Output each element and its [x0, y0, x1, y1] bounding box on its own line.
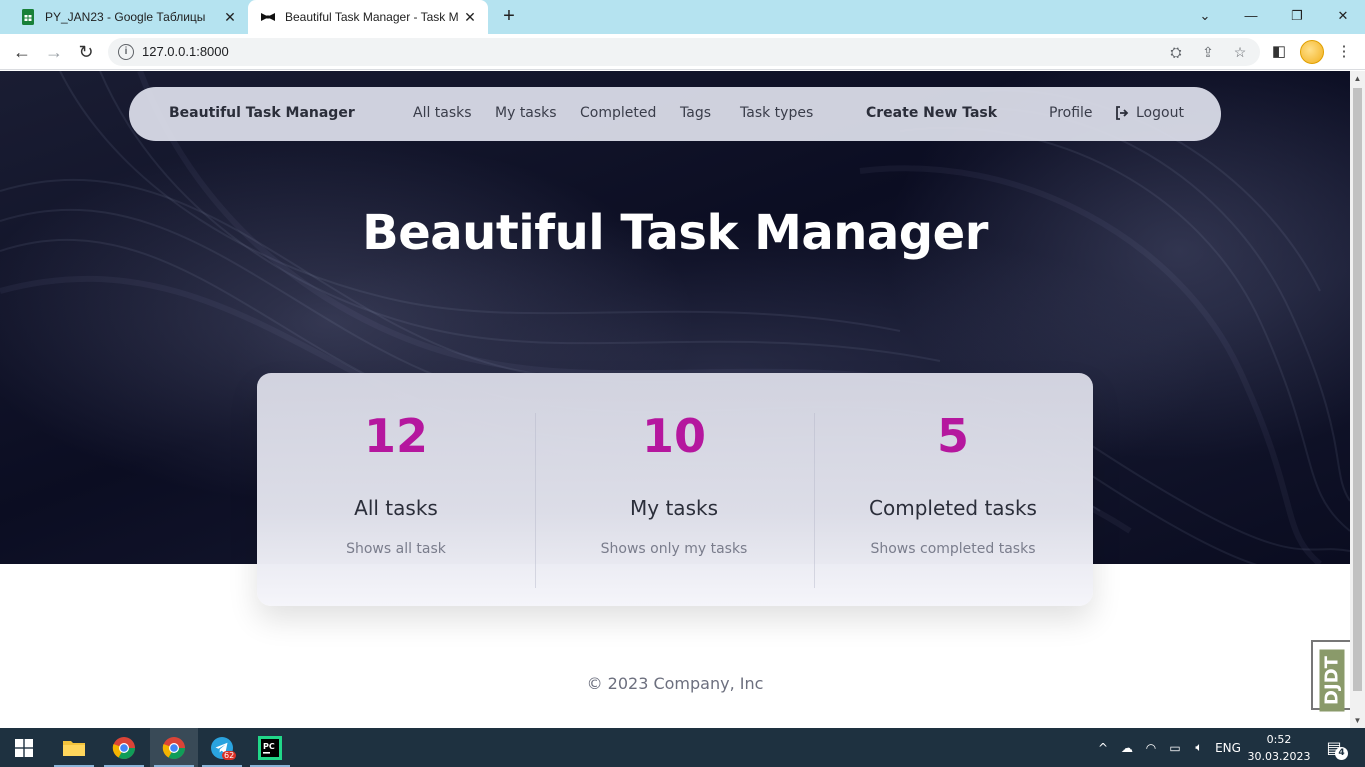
stat-value: 5 — [936, 409, 969, 463]
windows-taskbar: 62 PC ^ ☁ ◠ ▭ 🔈︎ ENG 0:52 30.03.2023 ▤ — [0, 728, 1365, 767]
logout-link[interactable]: Logout — [1115, 105, 1184, 121]
new-tab-button[interactable]: + — [499, 6, 519, 26]
minimize-button[interactable]: — — [1239, 5, 1263, 27]
wifi-icon[interactable]: ◠ — [1140, 728, 1162, 767]
info-icon[interactable]: i — [118, 44, 134, 60]
tab-title: PY_JAN23 - Google Таблицы — [45, 10, 206, 24]
nav-link-tags[interactable]: Tags — [680, 105, 711, 121]
tab-search-icon[interactable]: ⌄ — [1193, 5, 1217, 27]
sheets-icon — [22, 9, 34, 25]
navbar-brand[interactable]: Beautiful Task Manager — [169, 105, 355, 121]
main-navbar: Beautiful Task Manager All tasks My task… — [129, 87, 1221, 141]
menu-dots-icon[interactable]: ⋮ — [1334, 42, 1354, 62]
bowtie-icon — [261, 13, 275, 21]
browser-tab-strip: PY_JAN23 - Google Таблицы ✕ Beautiful Ta… — [0, 0, 1365, 34]
tab-title: Beautiful Task Manager - Task Ma — [285, 10, 458, 24]
file-explorer-icon — [63, 740, 85, 756]
taskbar-file-explorer[interactable] — [50, 728, 98, 767]
taskbar-clock[interactable]: 0:52 30.03.2023 — [1246, 731, 1312, 765]
chrome-icon — [112, 736, 135, 759]
start-button[interactable] — [0, 728, 48, 767]
svg-text:PC: PC — [263, 742, 275, 751]
stat-description: Shows all task — [346, 541, 446, 557]
nav-link-all-tasks[interactable]: All tasks — [413, 105, 472, 121]
translate-icon[interactable]: ⛭ — [1167, 43, 1185, 61]
scroll-down-arrow[interactable]: ▼ — [1350, 713, 1365, 728]
profile-link[interactable]: Profile — [1049, 105, 1093, 121]
clock-date: 30.03.2023 — [1247, 750, 1311, 763]
battery-icon[interactable]: ▭ — [1164, 728, 1186, 767]
close-icon[interactable]: ✕ — [458, 9, 482, 26]
notification-count-badge: 4 — [1335, 747, 1348, 760]
stats-card: 12 All tasks Shows all task 10 My tasks … — [257, 373, 1093, 606]
stat-description: Shows completed tasks — [870, 541, 1036, 557]
forward-button[interactable]: → — [42, 40, 66, 64]
scrollbar-thumb[interactable] — [1353, 88, 1362, 691]
volume-icon[interactable]: 🔈︎ — [1188, 728, 1210, 767]
page-scrollbar[interactable]: ▲ ▼ — [1350, 71, 1365, 728]
taskbar-telegram[interactable]: 62 — [198, 728, 246, 767]
back-button[interactable]: ← — [10, 40, 34, 64]
profile-avatar[interactable] — [1300, 40, 1324, 64]
close-window-button[interactable]: ✕ — [1331, 5, 1355, 27]
stat-label: Completed tasks — [869, 496, 1037, 520]
footer-copyright: © 2023 Company, Inc — [586, 674, 764, 693]
nav-link-completed[interactable]: Completed — [580, 105, 656, 121]
taskbar-chrome-2[interactable] — [150, 728, 198, 767]
nav-link-my-tasks[interactable]: My tasks — [495, 105, 557, 121]
bookmark-star-icon[interactable]: ☆ — [1231, 43, 1249, 61]
scroll-up-arrow[interactable]: ▲ — [1350, 71, 1365, 86]
debug-toolbar-handle[interactable]: DJDT — [1311, 640, 1350, 712]
logout-label: Logout — [1136, 105, 1184, 121]
hero-title: Beautiful Task Manager — [362, 205, 988, 261]
taskbar-pycharm[interactable]: PC — [246, 728, 294, 767]
nav-link-task-types[interactable]: Task types — [740, 105, 813, 121]
stat-value: 12 — [363, 409, 428, 463]
stat-label: My tasks — [630, 496, 718, 520]
windows-start-icon — [15, 738, 33, 757]
debug-toolbar-label: DJDT — [1319, 649, 1345, 712]
stat-label: All tasks — [354, 496, 438, 520]
create-task-link[interactable]: Create New Task — [866, 105, 997, 121]
url-text[interactable]: 127.0.0.1:8000 — [142, 44, 229, 59]
address-bar[interactable]: i 127.0.0.1:8000 ⛭ ⇪ ☆ — [108, 38, 1260, 66]
browser-toolbar: ← → ↻ i 127.0.0.1:8000 ⛭ ⇪ ☆ ◧ ⋮ — [0, 34, 1365, 70]
tab-task-manager[interactable]: Beautiful Task Manager - Task Ma ✕ — [248, 0, 488, 34]
telegram-unread-badge: 62 — [222, 751, 237, 760]
taskbar-chrome-1[interactable] — [100, 728, 148, 767]
pycharm-icon: PC — [258, 735, 282, 760]
share-icon[interactable]: ⇪ — [1199, 43, 1217, 61]
page-viewport: Beautiful Task Manager All tasks My task… — [0, 71, 1350, 728]
language-indicator[interactable]: ENG — [1212, 728, 1244, 767]
close-icon[interactable]: ✕ — [218, 9, 242, 26]
onedrive-cloud-icon[interactable]: ☁ — [1116, 728, 1138, 767]
chrome-icon — [162, 736, 185, 759]
clock-time: 0:52 — [1266, 733, 1292, 746]
stat-completed-tasks[interactable]: 5 Completed tasks Shows completed tasks — [814, 373, 1092, 606]
stat-value: 10 — [641, 409, 706, 463]
restore-button[interactable]: ❐ — [1285, 5, 1309, 27]
stat-my-tasks[interactable]: 10 My tasks Shows only my tasks — [535, 373, 813, 606]
side-panel-icon[interactable]: ◧ — [1269, 42, 1289, 62]
stat-all-tasks[interactable]: 12 All tasks Shows all task — [257, 373, 535, 606]
reload-button[interactable]: ↻ — [74, 40, 98, 64]
stat-description: Shows only my tasks — [600, 541, 748, 557]
tab-google-sheets[interactable]: PY_JAN23 - Google Таблицы ✕ — [8, 0, 248, 34]
logout-icon — [1116, 106, 1129, 120]
tray-overflow-icon[interactable]: ^ — [1093, 728, 1113, 767]
